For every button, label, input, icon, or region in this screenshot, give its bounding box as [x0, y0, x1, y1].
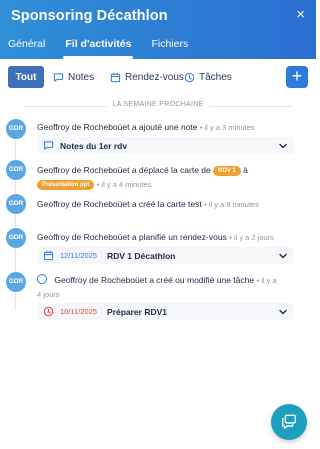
status-badge: Présentation ppt — [37, 180, 95, 190]
calendar-icon — [110, 72, 121, 83]
panel-title: Sponsoring Décathlon — [11, 8, 168, 24]
meeting-card[interactable]: 12/11/2025 RDV 1 Décathlon — [37, 247, 294, 264]
task-card[interactable]: 10/11/2025 Préparer RDV1 — [37, 303, 294, 320]
chat-icon — [280, 413, 298, 431]
clock-icon — [184, 72, 195, 83]
chat-bubble-icon — [43, 140, 54, 151]
activity-time: • il y a 3 minutes — [199, 123, 255, 132]
status-badge: RDV 1 — [213, 166, 241, 176]
filter-meetings-label: Rendez-vous — [125, 71, 184, 83]
filter-meetings-button[interactable]: Rendez-vous — [110, 66, 184, 88]
clock-icon — [43, 306, 54, 317]
tab-general[interactable]: Général — [0, 32, 55, 59]
task-title: Préparer RDV1 — [106, 306, 167, 317]
activity-text: Geoffroy de Rocheboüet a ajouté une note… — [37, 122, 255, 132]
add-button[interactable]: + — [286, 66, 308, 88]
note-title: Notes du 1er rdv — [60, 140, 128, 151]
activity-text: Geoffroy de Rocheboüet a créé ou modifié… — [37, 274, 277, 287]
tab-bar: Général Fil d'activités Fichiers — [0, 32, 198, 59]
avatar: GDR — [6, 119, 26, 139]
avatar: GDR — [6, 228, 26, 248]
chat-button[interactable] — [271, 404, 307, 440]
chat-bubble-icon — [53, 72, 64, 83]
chevron-down-icon[interactable] — [278, 251, 288, 261]
tab-files[interactable]: Fichiers — [141, 32, 198, 59]
activity-text: Geoffroy de Rocheboüet a créé la carte t… — [37, 199, 259, 209]
activity-text: Geoffroy de Rocheboüet a planifié un ren… — [37, 232, 274, 242]
close-icon[interactable]: × — [296, 7, 305, 22]
chevron-down-icon[interactable] — [278, 307, 288, 317]
filter-tasks-label: Tâches — [199, 71, 232, 83]
filter-notes-label: Notes — [68, 71, 95, 83]
activity-time: • il y a 4 minutes — [96, 180, 152, 189]
filter-bar: Tout Notes Rendez-vous Tâches + — [8, 66, 308, 88]
filter-notes-button[interactable]: Notes — [53, 66, 94, 88]
activity-text: Geoffroy de Rocheboüet a déplacé la cart… — [37, 165, 248, 176]
activity-time: • il y a 9 minutes — [204, 200, 259, 209]
panel-header: Sponsoring Décathlon × Général Fil d'act… — [0, 0, 316, 59]
activity-time: • il y a — [256, 276, 277, 285]
avatar: GDR — [6, 160, 26, 180]
section-divider: LA SEMAINE PROCHAINE — [24, 100, 292, 112]
avatar: GDR — [6, 194, 26, 214]
note-card[interactable]: Notes du 1er rdv — [37, 137, 294, 154]
avatar: GDR — [6, 272, 26, 292]
meeting-date: 12/11/2025 — [60, 251, 97, 260]
activity-time: • il y a 2 jours — [229, 233, 274, 242]
section-label: LA SEMAINE PROCHAINE — [106, 101, 210, 108]
chevron-down-icon[interactable] — [278, 141, 288, 151]
activity-time-line2: 4 jours — [37, 290, 60, 299]
filter-all-button[interactable]: Tout — [8, 66, 44, 88]
tab-activity-feed[interactable]: Fil d'activités — [55, 32, 141, 59]
meeting-title: RDV 1 Décathlon — [106, 250, 176, 261]
filter-tasks-button[interactable]: Tâches — [184, 66, 232, 88]
task-due-date: 10/11/2025 — [60, 307, 97, 316]
task-checkbox[interactable] — [37, 274, 47, 284]
calendar-icon — [43, 250, 54, 261]
activity-text-line2: Présentation ppt • il y a 4 minutes — [37, 178, 151, 191]
